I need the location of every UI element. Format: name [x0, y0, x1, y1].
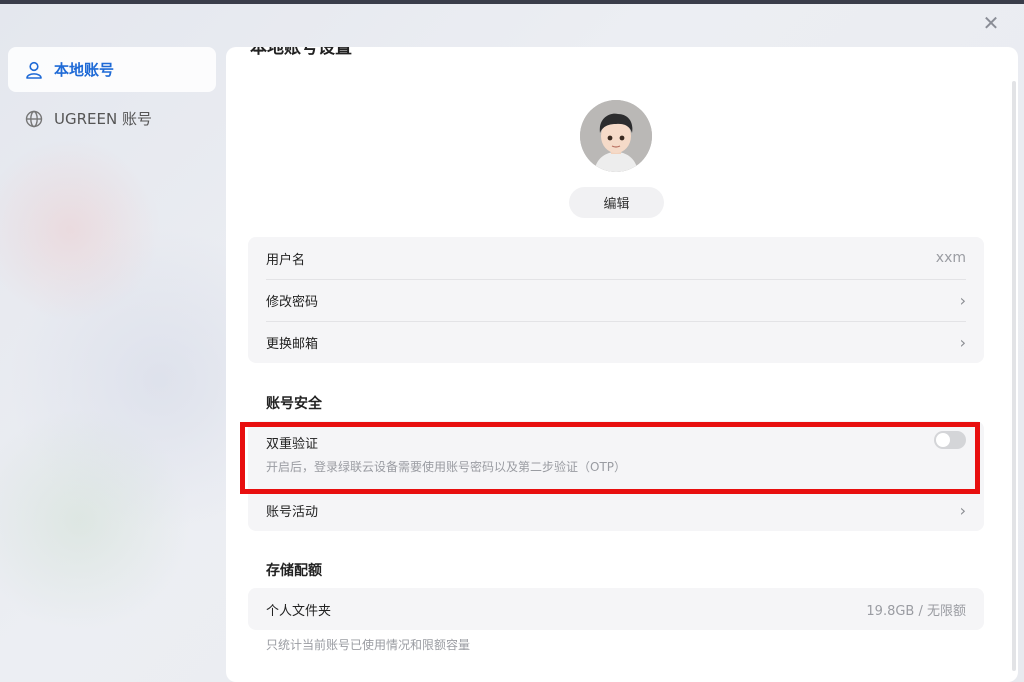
chevron-right-icon: › — [959, 290, 966, 310]
close-icon[interactable]: ✕ — [980, 12, 1002, 34]
twofa-description: 开启后，登录绿联云设备需要使用账号密码以及第二步验证（OTP） — [266, 460, 627, 474]
user-icon — [24, 60, 44, 80]
change-email-row[interactable]: 更换邮箱 › — [248, 321, 984, 363]
scrollbar[interactable] — [1012, 81, 1016, 671]
username-row: 用户名 xxm — [248, 237, 984, 279]
sidebar-item-label: UGREEN 账号 — [54, 110, 152, 128]
sidebar-item-label: 本地账号 — [54, 61, 115, 79]
twofa-label: 双重验证 — [266, 437, 319, 452]
account-activity-row[interactable]: 账号活动 › — [248, 489, 984, 531]
page-title: 本地账号设置 — [250, 47, 352, 58]
username-label: 用户名 — [266, 252, 306, 268]
window-top-strip — [0, 0, 1024, 4]
basic-info-group: 用户名 xxm 修改密码 › 更换邮箱 › — [248, 237, 984, 363]
change-password-label: 修改密码 — [266, 294, 319, 310]
change-password-row[interactable]: 修改密码 › — [248, 279, 984, 321]
account-activity-label: 账号活动 — [266, 504, 319, 520]
account-security-heading: 账号安全 — [266, 396, 322, 412]
storage-note: 只统计当前账号已使用情况和限额容量 — [266, 638, 471, 652]
sidebar: 本地账号 UGREEN 账号 — [8, 47, 216, 145]
personal-folder-row: 个人文件夹 19.8GB / 无限额 — [248, 588, 984, 630]
avatar[interactable] — [580, 100, 652, 172]
chevron-right-icon: › — [959, 500, 966, 520]
storage-group: 个人文件夹 19.8GB / 无限额 — [248, 588, 984, 630]
storage-quota-heading: 存储配额 — [266, 563, 322, 579]
sidebar-item-ugreen-account[interactable]: UGREEN 账号 — [8, 96, 216, 141]
edit-avatar-button[interactable]: 编辑 — [569, 187, 664, 218]
personal-folder-label: 个人文件夹 — [266, 603, 332, 619]
personal-folder-value: 19.8GB / 无限额 — [866, 603, 966, 619]
sidebar-item-local-account[interactable]: 本地账号 — [8, 47, 216, 92]
globe-icon — [24, 109, 44, 129]
chevron-right-icon: › — [959, 332, 966, 352]
username-value: xxm — [935, 250, 966, 266]
security-group: 双重验证 开启后，登录绿联云设备需要使用账号密码以及第二步验证（OTP） 账号活… — [248, 421, 984, 531]
toggle-knob — [936, 433, 950, 447]
settings-panel: 本地账号设置 编辑 用户名 xxm 修改密码 › 更换邮箱 › 账号安全 双重验… — [226, 47, 1018, 682]
change-email-label: 更换邮箱 — [266, 336, 319, 352]
twofa-toggle[interactable] — [934, 431, 966, 449]
